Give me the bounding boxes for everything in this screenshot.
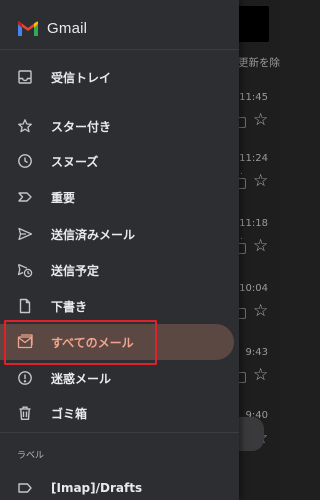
email-time: 11:18 [239, 218, 268, 229]
nav-item-label: ゴミ箱 [51, 406, 88, 421]
nav-item-spam[interactable]: 迷惑メール [0, 360, 239, 396]
nav-item-label: 迷惑メール [51, 371, 112, 386]
star-icon [17, 118, 33, 134]
app-title: Gmail [47, 20, 88, 37]
nav-item-all-mail[interactable]: すべてのメール [0, 324, 239, 360]
important-icon [17, 189, 33, 205]
draft-icon [17, 298, 33, 314]
spam-icon [17, 370, 33, 386]
nav-item-label: スヌーズ [51, 154, 99, 169]
email-time: 9:43 [245, 347, 268, 358]
nav-item-label: 重要 [51, 190, 76, 205]
email-row[interactable]: 10:04 ☆ [236, 283, 281, 323]
all-mail-icon [17, 334, 33, 350]
inbox-icon [17, 69, 33, 85]
nav-item-label: 送信済みメール [51, 227, 136, 242]
navigation-drawer: Gmail 受信トレイ スター付き スヌーズ 重要 送信済みメール 送信予定 下… [0, 0, 239, 500]
account-avatar[interactable] [238, 6, 269, 42]
nav-item-label: [Imap]/Drafts [51, 481, 143, 495]
nav-item-label: 受信トレイ [51, 70, 112, 85]
nav-item-starred[interactable]: スター付き [0, 108, 239, 144]
sync-status-text: 更新を除 [238, 57, 280, 69]
star-icon[interactable]: ☆ [253, 238, 268, 255]
nav-item-inbox[interactable]: 受信トレイ [0, 59, 239, 95]
nav-item-trash[interactable]: ゴミ箱 [0, 395, 239, 431]
nav-item-sent[interactable]: 送信済みメール [0, 216, 239, 252]
nav-item-label-imap-drafts[interactable]: [Imap]/Drafts [0, 470, 239, 500]
scheduled-send-icon [17, 262, 33, 278]
gmail-logo-icon [18, 21, 38, 36]
screen: 更新を除 11:45 ☆ 11:24 . ☆ 11:18 . ☆ 10:04 ☆… [0, 0, 281, 500]
star-icon[interactable]: ☆ [253, 173, 268, 190]
nav-item-label: すべてのメール [51, 335, 134, 350]
nav-item-label: スター付き [51, 119, 112, 134]
email-snippet: . [240, 232, 243, 242]
star-icon[interactable]: ☆ [253, 112, 268, 129]
email-row[interactable]: 11:24 . ☆ [236, 153, 281, 193]
divider [0, 49, 239, 50]
label-icon [17, 480, 33, 496]
email-snippet: . [240, 167, 243, 177]
send-icon [17, 226, 33, 242]
star-icon[interactable]: ☆ [253, 303, 268, 320]
email-time: 11:24 [239, 153, 268, 164]
nav-item-important[interactable]: 重要 [0, 179, 239, 215]
nav-item-scheduled[interactable]: 送信予定 [0, 252, 239, 288]
drawer-header: Gmail [17, 20, 87, 37]
nav-item-label: 送信予定 [51, 263, 100, 278]
nav-item-drafts[interactable]: 下書き [0, 288, 239, 324]
nav-item-label: 下書き [51, 299, 88, 314]
nav-item-snoozed[interactable]: スヌーズ [0, 143, 239, 179]
email-time: 10:04 [239, 283, 268, 294]
email-row[interactable]: 11:18 . ☆ [236, 218, 281, 258]
labels-section-header: ラベル [17, 451, 45, 461]
divider [0, 432, 239, 433]
email-row[interactable]: 9:43 ☆ [236, 347, 281, 387]
star-icon[interactable]: ☆ [253, 367, 268, 384]
trash-icon [17, 405, 33, 421]
email-row[interactable]: 11:45 ☆ [236, 92, 281, 132]
email-time: 11:45 [239, 92, 268, 103]
clock-icon [17, 153, 33, 169]
